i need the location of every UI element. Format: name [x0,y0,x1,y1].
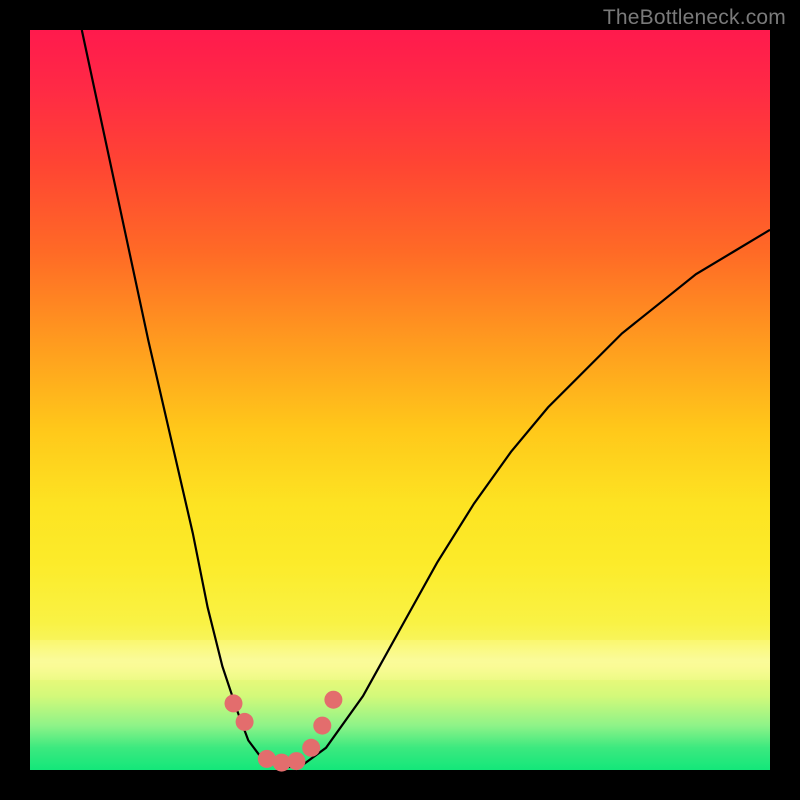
marker-dot [225,694,243,712]
marker-dot [236,713,254,731]
marker-dot [302,739,320,757]
marker-dot [324,691,342,709]
outer-frame: TheBottleneck.com [0,0,800,800]
marker-dot [287,752,305,770]
watermark-text: TheBottleneck.com [603,6,786,30]
marker-dot [313,717,331,735]
marker-group [225,691,343,772]
bottleneck-curve [82,30,770,767]
chart-svg [30,30,770,770]
